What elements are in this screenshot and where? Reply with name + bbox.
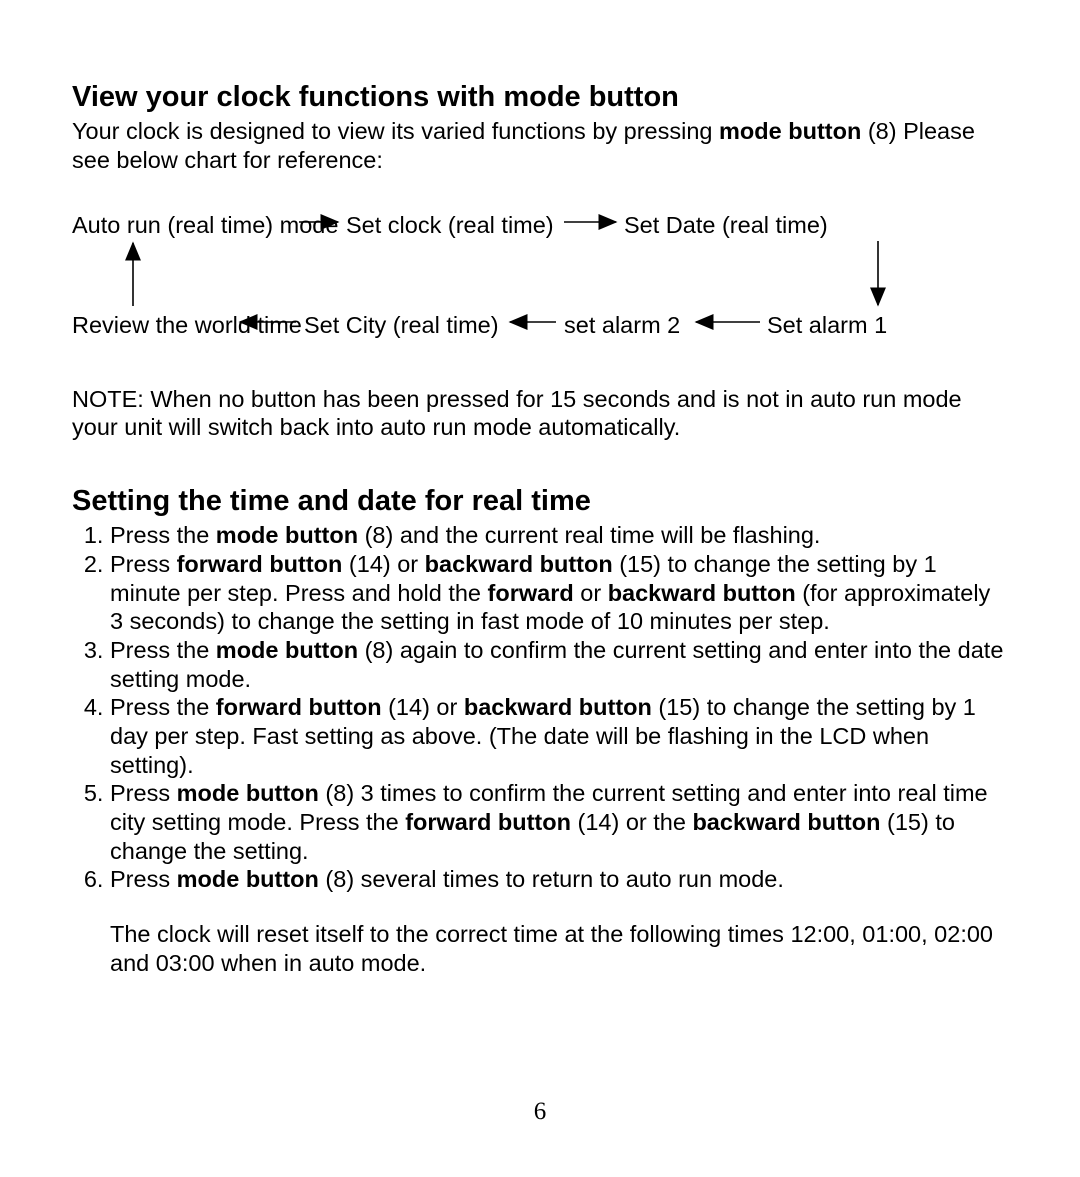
node-set-alarm1: Set alarm 1 — [767, 311, 887, 340]
note-text: NOTE: When no button has been pressed fo… — [72, 385, 1008, 442]
bold-term: forward — [488, 580, 574, 606]
bold-term: forward button — [405, 809, 571, 835]
page-number: 6 — [72, 1097, 1008, 1128]
bold-term: mode button — [216, 522, 358, 548]
bold-term: backward button — [608, 580, 796, 606]
bold-term: mode button — [177, 866, 319, 892]
section2-heading: Setting the time and date for real time — [72, 484, 1008, 519]
bold-term: backward button — [425, 551, 613, 577]
manual-page: View your clock functions with mode butt… — [0, 0, 1080, 1128]
bold-term: backward button — [464, 694, 652, 720]
node-set-city: Set City (real time) — [304, 311, 499, 340]
step-item: Press the mode button (8) and the curren… — [110, 521, 1008, 550]
node-review-world: Review the world time — [72, 311, 302, 340]
mode-flow-diagram: Auto run (real time) mode Set clock (rea… — [72, 211, 1008, 349]
closing-text: The clock will reset itself to the corre… — [110, 920, 1008, 977]
node-auto-run: Auto run (real time) mode — [72, 211, 338, 240]
step-item: Press the mode button (8) again to confi… — [110, 636, 1008, 693]
section1-heading: View your clock functions with mode butt… — [72, 80, 1008, 115]
setting-steps: Press the mode button (8) and the curren… — [72, 521, 1008, 894]
bold-term: forward button — [216, 694, 382, 720]
bold-term: mode button — [216, 637, 358, 663]
step-item: Press mode button (8) several times to r… — [110, 865, 1008, 894]
node-set-alarm2: set alarm 2 — [564, 311, 680, 340]
bold-term: backward button — [692, 809, 880, 835]
bold-term: forward button — [177, 551, 343, 577]
step-item: Press mode button (8) 3 times to confirm… — [110, 779, 1008, 865]
section1-intro: Your clock is designed to view its varie… — [72, 117, 1008, 174]
node-set-date: Set Date (real time) — [624, 211, 828, 240]
node-set-clock: Set clock (real time) — [346, 211, 554, 240]
intro-text-1: Your clock is designed to view its varie… — [72, 118, 719, 144]
bold-term: mode button — [177, 780, 319, 806]
intro-bold: mode button — [719, 118, 861, 144]
step-item: Press forward button (14) or backward bu… — [110, 550, 1008, 636]
step-item: Press the forward button (14) or backwar… — [110, 693, 1008, 779]
